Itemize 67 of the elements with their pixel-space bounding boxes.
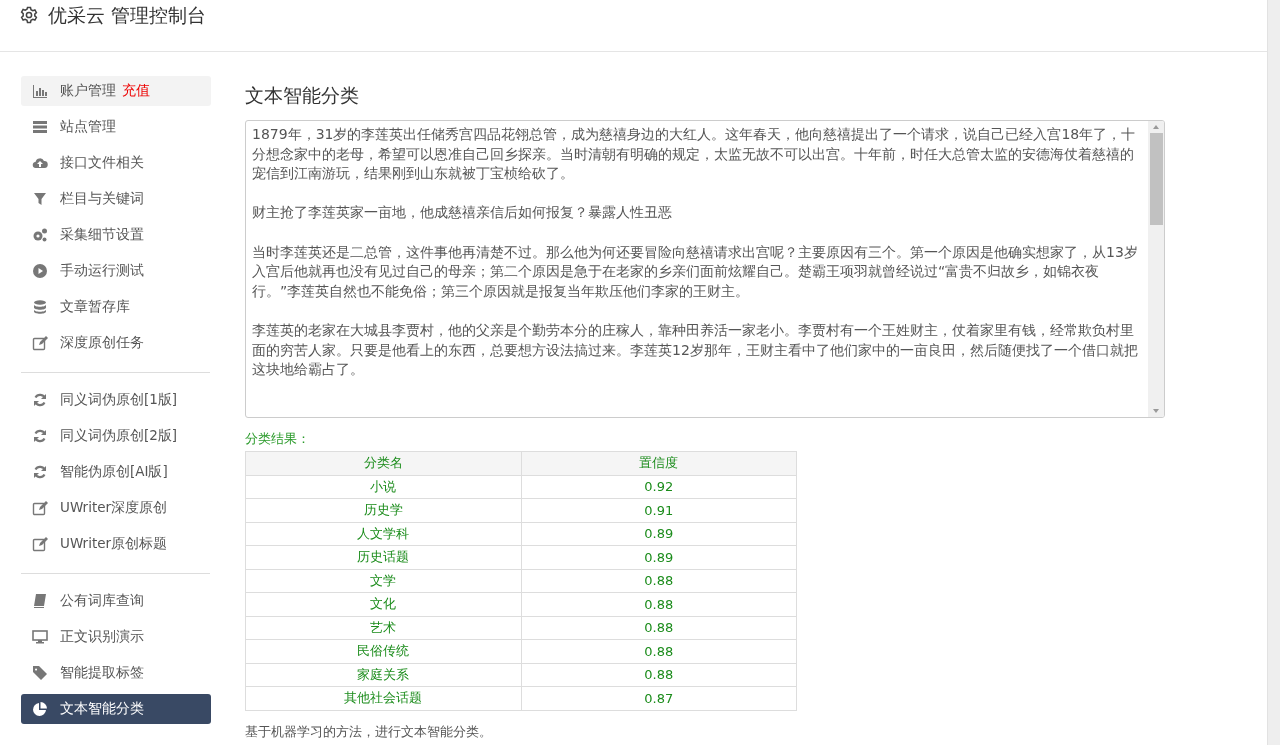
table-cell: 文化	[245, 592, 521, 616]
text-input-area[interactable]	[245, 120, 1165, 418]
table-cell: 人文学科	[245, 522, 521, 546]
result-label: 分类结果：	[245, 430, 311, 448]
server-icon	[32, 119, 48, 135]
table-cell: 历史话题	[245, 545, 521, 569]
column-header: 分类名	[245, 451, 521, 475]
refresh-icon	[32, 428, 48, 444]
text-paragraph: 李莲英的老家在大城县李贾村，他的父亲是个勤劳本分的庄稼人，靠种田养活一家老小。李贾村有一个王姓财主，仗着家里有钱，经常欺负村里面的穷苦人家。只要是他看上的东西，总要想方设法搞过来。李莲英12岁那年，王财主看中了他们家中的一亩良田，然后随便找了一个借口就把这块地给霸占了。	[252, 320, 1139, 380]
page-title: 文本智能分类	[245, 83, 360, 108]
app-title: 优采云 管理控制台	[48, 3, 207, 28]
sidebar-item[interactable]: 文章暂存库	[21, 292, 211, 322]
table-cell: 文学	[245, 569, 521, 593]
table-cell: 0.88	[521, 592, 797, 616]
text-paragraph: 财主抢了李莲英家一亩地，他成慈禧亲信后如何报复？暴露人性丑恶	[252, 203, 673, 223]
text-paragraph: 当时李莲英还是二总管，这件事他再清楚不过。那么他为何还要冒险向慈禧请求出宫呢？主要原因有三个。第一个原因是他确实想家了，从13岁入宫后他就再也没有见过自己的母亲；第二个原因是急于在老家的乡亲们面前炫耀自己。楚霸王项羽就曾经说过“富贵不归故乡，如锦衣夜行。”李莲英自然也不能免俗；第三个原因就是报复当年欺压他们李家的王财主。	[252, 242, 1139, 301]
table-cell: 0.89	[521, 522, 797, 546]
text-paragraph: 1879年，31岁的李莲英出任储秀宫四品花翎总管，成为慈禧身边的大红人。这年春天，他向慈禧提出了一个请求，说自己已经入宫18年了，十分想念家中的老母，希望可以恩准自己回乡探亲。当时清朝有明确的规定，太监无故不可以出宫。十年前，时任大总管太监的安德海仗着慈禧的宠信到江南游玩，结果刚到山东就被丁宝桢给砍了。	[252, 125, 1137, 184]
database-icon	[32, 299, 48, 315]
sidebar-item[interactable]: 智能提取标签	[21, 658, 211, 688]
table-cell: 0.88	[521, 616, 797, 640]
sidebar-item[interactable]: 采集细节设置	[21, 220, 211, 250]
table-cell: 家庭关系	[245, 663, 521, 687]
table-cell: 0.87	[521, 686, 797, 710]
filter-icon	[32, 191, 48, 207]
sidebar-item[interactable]: 正文识别演示	[21, 622, 211, 652]
settings-icon	[20, 6, 38, 24]
refresh-icon	[32, 464, 48, 480]
edit-icon	[32, 536, 48, 552]
monitor-icon	[32, 629, 48, 645]
edit-icon	[32, 500, 48, 516]
pie-chart-icon	[32, 701, 48, 717]
sidebar-item[interactable]: 同义词伪原创[1版]	[21, 385, 211, 415]
table-cell: 小说	[245, 475, 521, 499]
scrollbar[interactable]	[1148, 121, 1164, 417]
table-cell: 其他社会话题	[245, 686, 521, 710]
sidebar-item[interactable]: 深度原创任务	[21, 328, 211, 358]
description-text: 基于机器学习的方法，进行文本智能分类。	[245, 722, 493, 741]
table-cell: 艺术	[245, 616, 521, 640]
table-cell: 0.89	[521, 545, 797, 569]
table-cell: 0.91	[521, 498, 797, 522]
column-header: 置信度	[521, 451, 797, 475]
sidebar-item[interactable]: 智能伪原创[AI版]	[21, 457, 211, 487]
cloud-upload-icon	[32, 155, 48, 171]
edit-icon	[32, 335, 48, 351]
table-cell: 0.88	[521, 639, 797, 663]
sidebar-item[interactable]: 账户管理 充值	[21, 76, 211, 106]
sidebar-item[interactable]: UWriter深度原创	[21, 493, 211, 523]
table-cell: 0.88	[521, 663, 797, 687]
sidebar-item[interactable]: 接口文件相关	[21, 148, 211, 178]
table-cell: 历史学	[245, 498, 521, 522]
play-icon	[32, 263, 48, 279]
sidebar-item[interactable]: 栏目与关键词	[21, 184, 211, 214]
table-cell: 0.88	[521, 569, 797, 593]
sidebar-item[interactable]: 同义词伪原创[2版]	[21, 421, 211, 451]
book-icon	[32, 593, 48, 609]
table-cell: 0.92	[521, 475, 797, 499]
tag-icon	[32, 665, 48, 681]
sidebar-item[interactable]: 公有词库查询	[21, 586, 211, 616]
sidebar-item[interactable]: UWriter原创标题	[21, 529, 211, 559]
gears-icon	[32, 227, 48, 243]
refresh-icon	[32, 392, 48, 408]
bar-chart-icon	[32, 83, 48, 99]
sidebar-item[interactable]: 文本智能分类	[21, 694, 211, 724]
sidebar-item[interactable]: 手动运行测试	[21, 256, 211, 286]
sidebar-item[interactable]: 站点管理	[21, 112, 211, 142]
table-cell: 民俗传统	[245, 639, 521, 663]
